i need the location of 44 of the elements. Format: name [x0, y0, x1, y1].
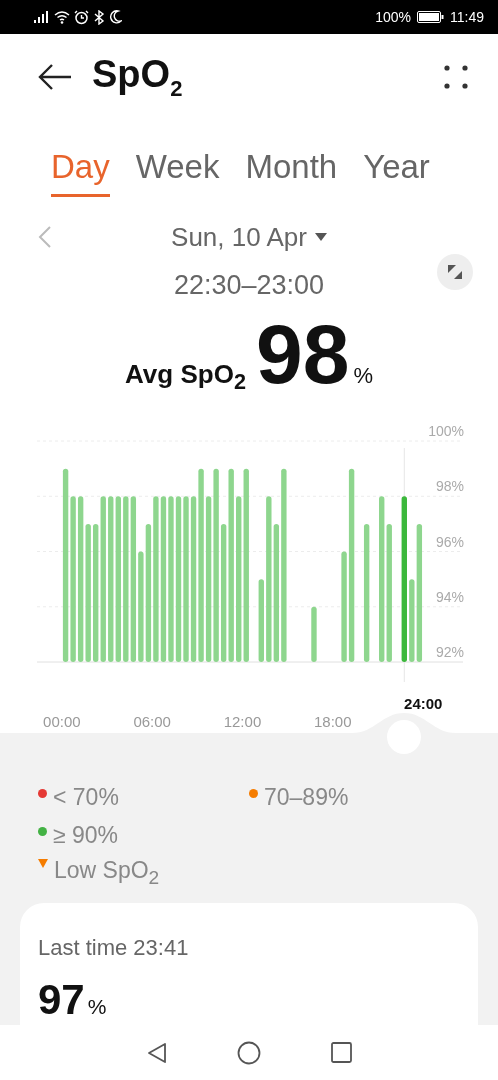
legend-label: ≥ 90%	[53, 821, 119, 849]
last-value-unit: %	[87, 995, 107, 1019]
battery-percent: 100%	[375, 9, 411, 25]
moon-icon	[109, 10, 122, 24]
recents-icon[interactable]	[330, 1042, 352, 1063]
page-title: SpO$_{2}$	[92, 52, 184, 102]
last-value: 97	[38, 979, 85, 1021]
legend-label: 70–89%	[264, 783, 349, 811]
x-tick-label: 18:00	[314, 713, 352, 730]
more-icon[interactable]	[444, 65, 468, 89]
handle-time-label: 24:00	[404, 695, 443, 712]
home-icon[interactable]	[236, 1040, 261, 1065]
clock: 11:49	[450, 9, 484, 25]
legend-label: Low SpO$_{2}$	[54, 857, 160, 889]
y-tick-label: 98%	[435, 478, 464, 495]
y-tick-label: 100%	[428, 423, 464, 439]
wifi-icon	[54, 10, 70, 24]
x-tick-label: 00:00	[43, 713, 81, 730]
y-tick-label: 94%	[435, 588, 464, 605]
dropdown-caret-icon[interactable]	[314, 232, 327, 242]
battery-icon	[417, 11, 444, 23]
y-tick-label: 96%	[435, 533, 464, 550]
x-tick-label: 06:00	[133, 713, 171, 730]
expand-button[interactable]	[437, 254, 473, 290]
signal-icon	[34, 11, 50, 23]
x-tick-label: 12:00	[223, 713, 262, 730]
bluetooth-icon	[93, 9, 105, 25]
period-tab[interactable]: Year	[363, 130, 430, 197]
alarm-icon	[74, 9, 89, 25]
legend-label: < 70%	[53, 783, 119, 811]
period-tab[interactable]: Month	[245, 130, 338, 197]
y-tick-label: 92%	[435, 644, 464, 660]
last-time-label: Last time 23:41	[38, 935, 190, 961]
average-value: 98	[255, 312, 350, 396]
period-tab[interactable]: Day	[51, 130, 110, 197]
back-arrow-icon[interactable]	[38, 63, 72, 91]
expand-icon	[448, 265, 462, 279]
average-unit: %	[353, 363, 373, 389]
period-tab[interactable]: Week	[135, 130, 220, 197]
bar	[311, 606, 317, 662]
average-label: Avg SpO$_{2}$	[125, 359, 246, 396]
back-icon[interactable]	[146, 1041, 167, 1064]
time-range: 22:30–23:00	[173, 269, 325, 301]
date-label[interactable]: Sun, 10 Apr	[171, 221, 307, 253]
